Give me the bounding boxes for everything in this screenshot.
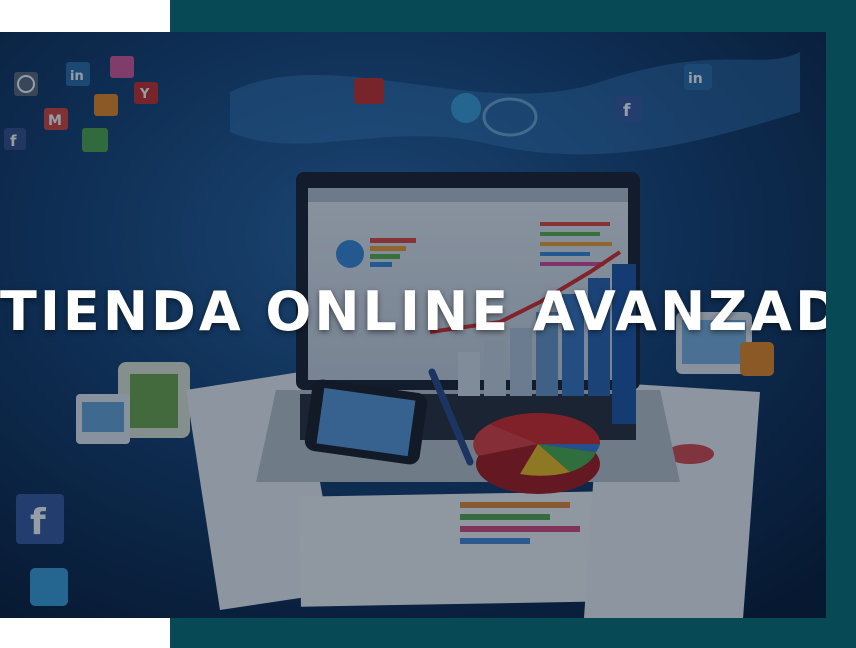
banner-title: TIENDA ONLINE AVANZADA: [0, 280, 826, 343]
teal-frame-top: [170, 0, 856, 32]
teal-frame-right: [826, 0, 856, 648]
hero-image: in M Y f f in f TIENDA ONLINE AVANZADA: [0, 32, 826, 618]
teal-frame-bottom: [170, 618, 856, 648]
